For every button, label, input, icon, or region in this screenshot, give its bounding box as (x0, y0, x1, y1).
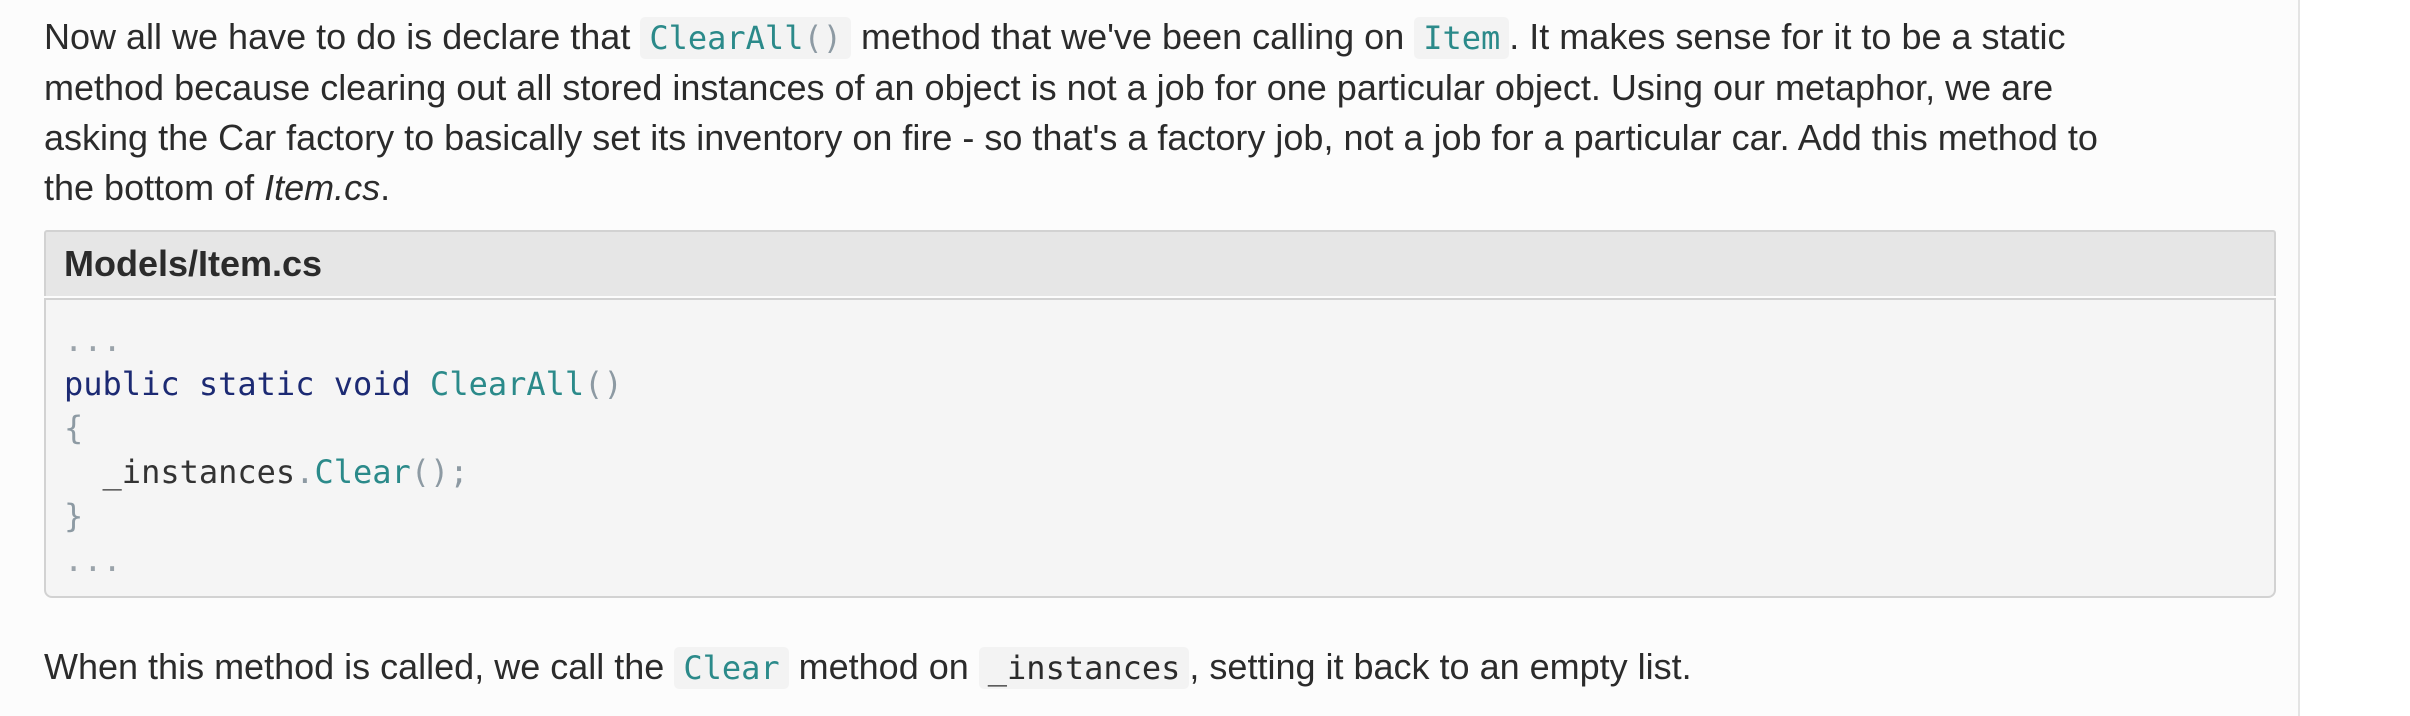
lesson-content: Now all we have to do is declare that Cl… (0, 0, 2300, 716)
paragraph-text: When this method is called, we call the (44, 646, 675, 687)
intro-paragraph: Now all we have to do is declare that Cl… (44, 12, 2264, 213)
paragraph-text: method on (788, 646, 979, 687)
code-punctuation: (); (410, 453, 469, 491)
code-close-brace: } (64, 497, 84, 535)
paragraph-line: Now all we have to do is declare that Cl… (44, 12, 2264, 63)
code-open-brace: { (64, 409, 84, 447)
paragraph-text: the bottom of (44, 167, 265, 208)
inline-code-parens: () (803, 19, 842, 57)
paragraph-text: , setting it back to an empty list. (1189, 646, 1692, 687)
paragraph-text: method that we've been calling on (850, 16, 1415, 57)
inline-code-clearall: ClearAll() (640, 17, 851, 59)
code-line-signature: public static void ClearAll() (64, 362, 623, 406)
code-keyword: public (64, 365, 180, 403)
code-keyword: static (198, 365, 315, 403)
inline-code-item: Item (1414, 17, 1510, 59)
code-line-body: _instances.Clear(); (64, 450, 469, 494)
code-punctuation: . (295, 453, 315, 491)
paragraph-line: asking the Car factory to basically set … (44, 117, 2098, 158)
code-method-name: ClearAll (430, 365, 585, 403)
code-file-header: Models/Item.cs (44, 230, 2276, 296)
code-ellipsis-top: ... (64, 321, 122, 359)
code-file-name: Models/Item.cs (64, 243, 323, 284)
code-block: ... public static void ClearAll() { _ins… (44, 298, 2276, 598)
code-identifier: _instances (102, 453, 296, 491)
paragraph-text: Now all we have to do is declare that (44, 16, 641, 57)
inline-code-name: ClearAll (649, 19, 804, 57)
paragraph-line: the bottom of Item.cs. (44, 163, 2264, 213)
file-name-emphasis: Item.cs (264, 167, 381, 208)
explanation-paragraph: When this method is called, we call the … (44, 642, 1692, 693)
code-method-call: Clear (314, 453, 411, 491)
inline-code-instances: _instances (978, 647, 1190, 689)
paragraph-text: . (380, 167, 391, 208)
code-punctuation: () (584, 365, 623, 403)
code-ellipsis-bottom: ... (64, 541, 122, 579)
inline-code-clear: Clear (674, 647, 789, 689)
inline-code-name: Item (1423, 19, 1501, 57)
paragraph-text: . It makes sense for it to be a static (1509, 16, 2066, 57)
paragraph-line: method because clearing out all stored i… (44, 67, 2054, 108)
code-keyword: void (333, 365, 411, 403)
inline-code-name: Clear (683, 649, 780, 687)
